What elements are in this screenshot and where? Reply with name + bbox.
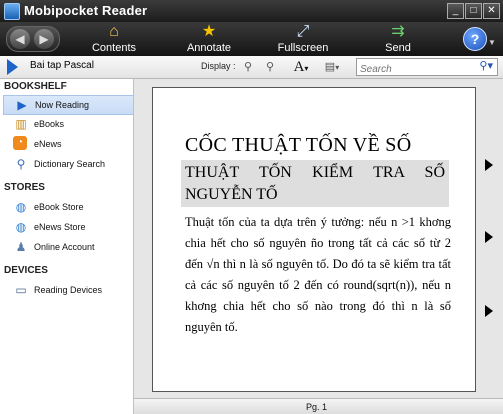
window-title: Mobipocket Reader	[24, 3, 148, 18]
chevron-down-icon[interactable]: ▼	[488, 38, 496, 47]
section-heading-stores: STORES	[4, 182, 45, 193]
sidebar-item-enews[interactable]: ◔ eNews	[3, 135, 132, 153]
layout-button[interactable]: ▤▾	[321, 59, 343, 75]
sidebar-item-label: Now Reading	[35, 100, 90, 110]
display-label: Display :	[201, 61, 236, 71]
play-icon	[7, 59, 18, 75]
book-title: Bai tap Pascal	[30, 60, 94, 71]
house-icon: ⌂	[109, 23, 119, 40]
star-icon: ★	[201, 23, 217, 40]
sidebar-item-label: eNews Store	[34, 222, 86, 232]
sidebar-item-label: Dictionary Search	[34, 159, 106, 169]
globe-icon: ◍	[15, 220, 27, 234]
zoom-out-icon[interactable]: ⚲	[240, 59, 256, 75]
sidebar-item-label: eBooks	[34, 119, 65, 129]
ebook-page[interactable]: CỐC THUẬT TỐN VỀ SỐ THUẬT TỐN KIỂM TRA S…	[152, 87, 476, 392]
send-label: Send	[385, 42, 411, 54]
sidebar-item-label: Reading Devices	[34, 285, 103, 295]
sidebar-item-ebooks[interactable]: ▥ eBooks	[3, 115, 132, 133]
maximize-button[interactable]: □	[465, 3, 482, 19]
sidebar: BOOKSHELF ▶ Now Reading ▥ eBooks ◔ eNews…	[0, 79, 134, 414]
fullscreen-icon: ⤢	[296, 23, 310, 40]
app-logo-icon	[4, 3, 20, 20]
page-subheading: THUẬT TỐN KIỂM TRA SỐ NGUYỄN TỐ	[181, 160, 449, 207]
contents-button[interactable]: ⌂ Contents	[79, 23, 149, 55]
send-icon: ⇉	[391, 23, 405, 40]
annotate-label: Annotate	[186, 42, 232, 54]
layout-icon: ▤	[324, 61, 336, 73]
close-button[interactable]: ✕	[483, 3, 500, 19]
minimize-button[interactable]: _	[447, 3, 464, 19]
forward-button[interactable]: ▶	[34, 29, 54, 49]
search-icon[interactable]: ⚲▾	[479, 59, 493, 72]
sidebar-item-label: Online Account	[34, 242, 95, 252]
next-page-arrow-icon[interactable]	[485, 231, 493, 243]
font-size-button[interactable]: A▾	[290, 59, 312, 75]
reader-window: Mobipocket Reader _ □ ✕ ◀ ▶ ⌂ Contents ★…	[0, 0, 503, 414]
users-icon: ♟	[15, 240, 27, 254]
fullscreen-label: Fullscreen	[277, 42, 329, 54]
zoom-in-icon[interactable]: ⚲	[262, 59, 278, 75]
play-icon: ▶	[17, 98, 27, 112]
magnifier-icon: ⚲	[16, 157, 26, 171]
contents-label: Contents	[91, 42, 137, 54]
back-button[interactable]: ◀	[10, 29, 30, 49]
search-input[interactable]	[357, 61, 478, 78]
font-icon: A	[293, 59, 305, 75]
page-number: Pg. 1	[306, 402, 328, 412]
next-page-arrow-icon[interactable]	[485, 305, 493, 317]
sidebar-item-label: eBook Store	[34, 202, 84, 212]
sidebar-item-enews-store[interactable]: ◍ eNews Store	[3, 218, 132, 236]
search-box: ⚲▾	[356, 58, 498, 78]
reading-area: CỐC THUẬT TỐN VỀ SỐ THUẬT TỐN KIỂM TRA S…	[134, 79, 503, 398]
main-toolbar: ◀ ▶ ⌂ Contents ★ Annotate ⤢ Fullscreen ⇉…	[0, 22, 503, 56]
next-page-arrow-icon[interactable]	[485, 159, 493, 171]
rss-icon: ◔	[13, 136, 27, 150]
section-heading-devices: DEVICES	[4, 265, 48, 276]
sidebar-item-reading-devices[interactable]: ▭ Reading Devices	[3, 281, 132, 299]
sidebar-item-label: eNews	[34, 139, 62, 149]
fullscreen-button[interactable]: ⤢ Fullscreen	[268, 23, 338, 55]
navigation-group: ◀ ▶	[6, 26, 60, 52]
sidebar-item-now-reading[interactable]: ▶ Now Reading	[3, 95, 134, 115]
sidebar-item-online-account[interactable]: ♟ Online Account	[3, 238, 132, 256]
title-bar: Mobipocket Reader _ □ ✕	[0, 0, 503, 22]
status-bar: Pg. 1	[134, 398, 503, 414]
section-heading-bookshelf: BOOKSHELF	[4, 81, 67, 92]
help-button[interactable]: ?	[463, 27, 487, 51]
globe-icon: ◍	[15, 200, 27, 214]
page-heading: CỐC THUẬT TỐN VỀ SỐ	[185, 134, 412, 156]
sidebar-item-ebook-store[interactable]: ◍ eBook Store	[3, 198, 132, 216]
books-icon: ▥	[15, 117, 27, 131]
device-icon: ▭	[15, 283, 27, 297]
annotate-button[interactable]: ★ Annotate	[174, 23, 244, 55]
send-button[interactable]: ⇉ Send	[363, 23, 433, 55]
book-toolbar: Bai tap Pascal Display : ⚲ ⚲ A▾ ▤▾ ⚲▾	[0, 56, 503, 79]
sidebar-item-dictionary-search[interactable]: ⚲ Dictionary Search	[3, 155, 132, 173]
page-body-text: Thuật tốn của ta dựa trên ý tưởng: nếu n…	[185, 215, 451, 334]
